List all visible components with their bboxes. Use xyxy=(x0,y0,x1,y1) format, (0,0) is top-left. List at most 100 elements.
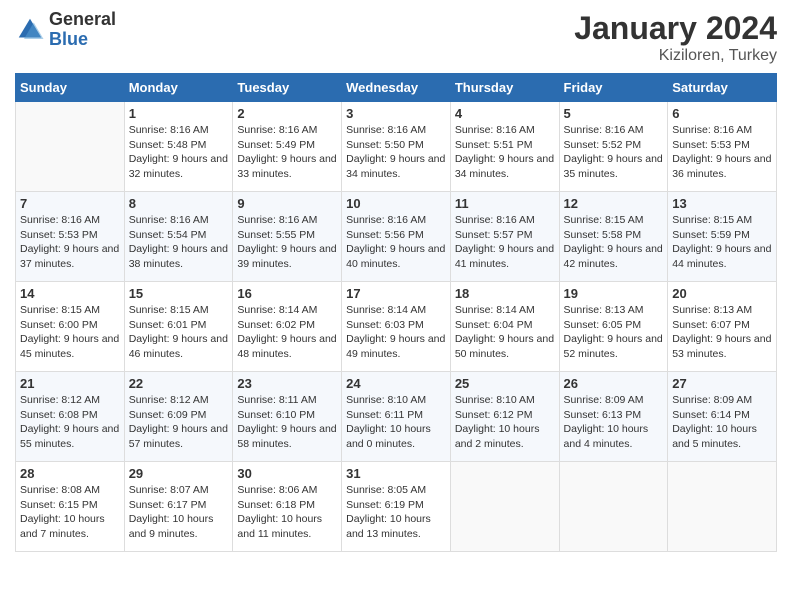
subtitle: Kiziloren, Turkey xyxy=(574,47,777,65)
logo-text: General Blue xyxy=(49,10,116,50)
daylight-text: Daylight: 9 hours and 36 minutes. xyxy=(672,152,772,181)
daylight-text: Daylight: 10 hours and 7 minutes. xyxy=(20,512,120,541)
sunset-text: Sunset: 6:11 PM xyxy=(346,408,446,423)
sunset-text: Sunset: 6:19 PM xyxy=(346,498,446,513)
sunset-text: Sunset: 6:14 PM xyxy=(672,408,772,423)
sunrise-text: Sunrise: 8:16 AM xyxy=(129,213,229,228)
day-info: Sunrise: 8:05 AMSunset: 6:19 PMDaylight:… xyxy=(346,483,446,542)
calendar-cell: 4Sunrise: 8:16 AMSunset: 5:51 PMDaylight… xyxy=(450,102,559,192)
day-number: 29 xyxy=(129,466,229,481)
calendar-cell: 29Sunrise: 8:07 AMSunset: 6:17 PMDayligh… xyxy=(124,462,233,552)
calendar-cell: 25Sunrise: 8:10 AMSunset: 6:12 PMDayligh… xyxy=(450,372,559,462)
day-number: 18 xyxy=(455,286,555,301)
calendar-week-row: 7Sunrise: 8:16 AMSunset: 5:53 PMDaylight… xyxy=(16,192,777,282)
sunset-text: Sunset: 5:56 PM xyxy=(346,228,446,243)
sunrise-text: Sunrise: 8:16 AM xyxy=(129,123,229,138)
calendar-week-row: 14Sunrise: 8:15 AMSunset: 6:00 PMDayligh… xyxy=(16,282,777,372)
day-number: 23 xyxy=(237,376,337,391)
logo-blue-text: Blue xyxy=(49,30,116,50)
sunrise-text: Sunrise: 8:08 AM xyxy=(20,483,120,498)
day-info: Sunrise: 8:06 AMSunset: 6:18 PMDaylight:… xyxy=(237,483,337,542)
day-info: Sunrise: 8:16 AMSunset: 5:52 PMDaylight:… xyxy=(564,123,664,182)
calendar-table: SundayMondayTuesdayWednesdayThursdayFrid… xyxy=(15,73,777,552)
calendar-cell: 30Sunrise: 8:06 AMSunset: 6:18 PMDayligh… xyxy=(233,462,342,552)
calendar-cell: 15Sunrise: 8:15 AMSunset: 6:01 PMDayligh… xyxy=(124,282,233,372)
daylight-text: Daylight: 9 hours and 41 minutes. xyxy=(455,242,555,271)
weekday-header: Wednesday xyxy=(342,74,451,102)
day-info: Sunrise: 8:16 AMSunset: 5:55 PMDaylight:… xyxy=(237,213,337,272)
day-number: 4 xyxy=(455,106,555,121)
day-number: 20 xyxy=(672,286,772,301)
sunset-text: Sunset: 5:58 PM xyxy=(564,228,664,243)
calendar-cell xyxy=(16,102,125,192)
daylight-text: Daylight: 9 hours and 37 minutes. xyxy=(20,242,120,271)
sunrise-text: Sunrise: 8:09 AM xyxy=(564,393,664,408)
sunset-text: Sunset: 6:10 PM xyxy=(237,408,337,423)
sunset-text: Sunset: 6:09 PM xyxy=(129,408,229,423)
sunrise-text: Sunrise: 8:10 AM xyxy=(346,393,446,408)
sunset-text: Sunset: 6:03 PM xyxy=(346,318,446,333)
sunset-text: Sunset: 6:08 PM xyxy=(20,408,120,423)
day-info: Sunrise: 8:09 AMSunset: 6:14 PMDaylight:… xyxy=(672,393,772,452)
daylight-text: Daylight: 9 hours and 53 minutes. xyxy=(672,332,772,361)
day-number: 15 xyxy=(129,286,229,301)
sunset-text: Sunset: 6:05 PM xyxy=(564,318,664,333)
sunset-text: Sunset: 5:51 PM xyxy=(455,138,555,153)
daylight-text: Daylight: 10 hours and 11 minutes. xyxy=(237,512,337,541)
day-number: 24 xyxy=(346,376,446,391)
daylight-text: Daylight: 9 hours and 48 minutes. xyxy=(237,332,337,361)
day-number: 10 xyxy=(346,196,446,211)
calendar-cell: 16Sunrise: 8:14 AMSunset: 6:02 PMDayligh… xyxy=(233,282,342,372)
daylight-text: Daylight: 9 hours and 38 minutes. xyxy=(129,242,229,271)
sunrise-text: Sunrise: 8:12 AM xyxy=(20,393,120,408)
sunrise-text: Sunrise: 8:15 AM xyxy=(129,303,229,318)
calendar-cell: 24Sunrise: 8:10 AMSunset: 6:11 PMDayligh… xyxy=(342,372,451,462)
calendar-cell: 2Sunrise: 8:16 AMSunset: 5:49 PMDaylight… xyxy=(233,102,342,192)
calendar-cell: 20Sunrise: 8:13 AMSunset: 6:07 PMDayligh… xyxy=(668,282,777,372)
calendar-cell: 3Sunrise: 8:16 AMSunset: 5:50 PMDaylight… xyxy=(342,102,451,192)
day-number: 5 xyxy=(564,106,664,121)
day-number: 3 xyxy=(346,106,446,121)
day-number: 17 xyxy=(346,286,446,301)
sunrise-text: Sunrise: 8:15 AM xyxy=(564,213,664,228)
day-number: 13 xyxy=(672,196,772,211)
daylight-text: Daylight: 9 hours and 33 minutes. xyxy=(237,152,337,181)
sunrise-text: Sunrise: 8:05 AM xyxy=(346,483,446,498)
calendar-cell: 9Sunrise: 8:16 AMSunset: 5:55 PMDaylight… xyxy=(233,192,342,282)
calendar-cell: 22Sunrise: 8:12 AMSunset: 6:09 PMDayligh… xyxy=(124,372,233,462)
day-info: Sunrise: 8:16 AMSunset: 5:54 PMDaylight:… xyxy=(129,213,229,272)
daylight-text: Daylight: 9 hours and 58 minutes. xyxy=(237,422,337,451)
day-info: Sunrise: 8:16 AMSunset: 5:53 PMDaylight:… xyxy=(672,123,772,182)
daylight-text: Daylight: 9 hours and 32 minutes. xyxy=(129,152,229,181)
calendar-cell xyxy=(450,462,559,552)
sunset-text: Sunset: 5:53 PM xyxy=(672,138,772,153)
day-info: Sunrise: 8:12 AMSunset: 6:08 PMDaylight:… xyxy=(20,393,120,452)
sunrise-text: Sunrise: 8:16 AM xyxy=(564,123,664,138)
main-title: January 2024 xyxy=(574,10,777,47)
calendar-cell: 17Sunrise: 8:14 AMSunset: 6:03 PMDayligh… xyxy=(342,282,451,372)
logo-general-text: General xyxy=(49,10,116,30)
sunset-text: Sunset: 6:02 PM xyxy=(237,318,337,333)
day-number: 25 xyxy=(455,376,555,391)
calendar-cell: 12Sunrise: 8:15 AMSunset: 5:58 PMDayligh… xyxy=(559,192,668,282)
day-info: Sunrise: 8:16 AMSunset: 5:48 PMDaylight:… xyxy=(129,123,229,182)
day-number: 19 xyxy=(564,286,664,301)
logo: General Blue xyxy=(15,10,116,50)
daylight-text: Daylight: 10 hours and 9 minutes. xyxy=(129,512,229,541)
calendar-cell: 19Sunrise: 8:13 AMSunset: 6:05 PMDayligh… xyxy=(559,282,668,372)
calendar-cell xyxy=(559,462,668,552)
sunset-text: Sunset: 5:49 PM xyxy=(237,138,337,153)
weekday-header: Friday xyxy=(559,74,668,102)
day-number: 2 xyxy=(237,106,337,121)
day-info: Sunrise: 8:16 AMSunset: 5:56 PMDaylight:… xyxy=(346,213,446,272)
day-number: 31 xyxy=(346,466,446,481)
calendar-week-row: 28Sunrise: 8:08 AMSunset: 6:15 PMDayligh… xyxy=(16,462,777,552)
calendar-cell: 27Sunrise: 8:09 AMSunset: 6:14 PMDayligh… xyxy=(668,372,777,462)
calendar-cell: 28Sunrise: 8:08 AMSunset: 6:15 PMDayligh… xyxy=(16,462,125,552)
sunset-text: Sunset: 5:50 PM xyxy=(346,138,446,153)
calendar-cell: 1Sunrise: 8:16 AMSunset: 5:48 PMDaylight… xyxy=(124,102,233,192)
day-number: 11 xyxy=(455,196,555,211)
sunset-text: Sunset: 6:15 PM xyxy=(20,498,120,513)
header: General Blue January 2024 Kiziloren, Tur… xyxy=(15,10,777,65)
sunset-text: Sunset: 6:18 PM xyxy=(237,498,337,513)
